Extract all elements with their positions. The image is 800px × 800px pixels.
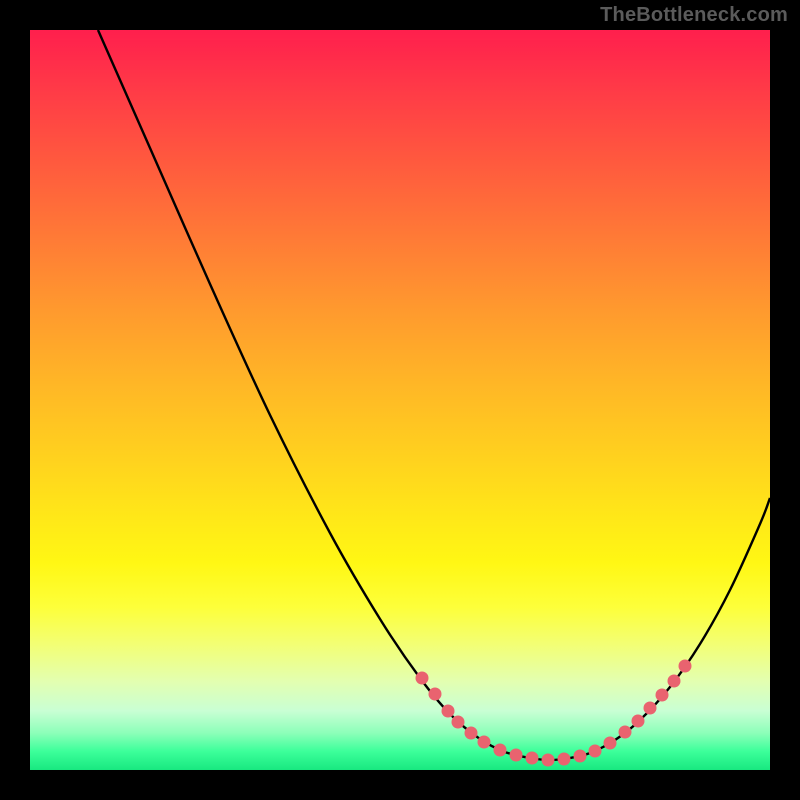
curve-marker — [465, 727, 478, 740]
curve-marker — [542, 754, 555, 767]
curve-marker — [416, 672, 429, 685]
curve-marker — [589, 745, 602, 758]
curve-marker — [644, 702, 657, 715]
curve-marker — [478, 736, 491, 749]
curve-marker — [679, 660, 692, 673]
curve-marker — [604, 737, 617, 750]
curve-marker — [574, 750, 587, 763]
curve-marker — [494, 744, 507, 757]
curve-marker — [619, 726, 632, 739]
chart-frame: TheBottleneck.com — [0, 0, 800, 800]
bottleneck-curve-chart — [30, 30, 770, 770]
curve-marker — [452, 716, 465, 729]
curve-marker — [429, 688, 442, 701]
curve-marker — [668, 675, 681, 688]
watermark-text: TheBottleneck.com — [600, 4, 788, 27]
curve-marker — [526, 752, 539, 765]
curve-marker — [632, 715, 645, 728]
curve-marker — [656, 689, 669, 702]
curve-line — [98, 30, 770, 760]
curve-marker — [558, 753, 571, 766]
curve-marker — [510, 749, 523, 762]
curve-marker — [442, 705, 455, 718]
curve-marker-group — [416, 660, 692, 767]
